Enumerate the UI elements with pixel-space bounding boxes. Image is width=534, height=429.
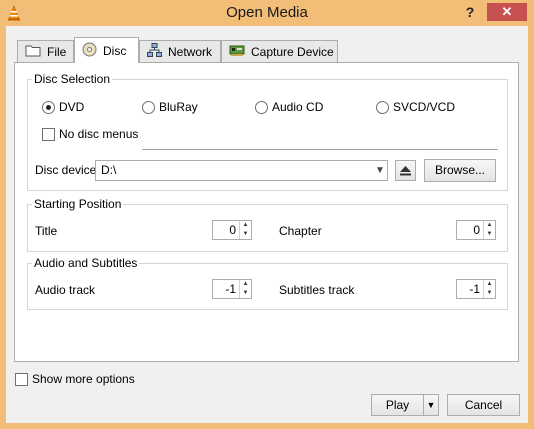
starting-position-title: Starting Position <box>32 197 124 211</box>
show-more-options-label: Show more options <box>32 372 135 386</box>
audio-track-spinbox[interactable]: -1 ▲ ▼ <box>212 279 252 299</box>
eject-icon <box>399 166 412 180</box>
radio-dvd-label: DVD <box>59 100 85 114</box>
radio-svcd-vcd[interactable] <box>376 101 389 114</box>
window-title: Open Media <box>226 4 308 21</box>
audio-track-label: Audio track <box>35 283 96 297</box>
no-disc-menus-checkbox[interactable] <box>42 128 55 141</box>
spin-down-icon[interactable]: ▼ <box>240 289 251 298</box>
tab-disc[interactable]: Disc <box>74 37 139 63</box>
tab-network-label: Network <box>168 44 213 59</box>
radio-audio-cd[interactable] <box>255 101 268 114</box>
folder-icon <box>25 44 41 60</box>
title-label: Title <box>35 224 58 238</box>
subtitles-track-spinbox[interactable]: -1 ▲ ▼ <box>456 279 496 299</box>
tab-file[interactable]: File <box>17 40 74 62</box>
tab-file-label: File <box>47 44 67 59</box>
chapter-spinbox[interactable]: 0 ▲ ▼ <box>456 220 496 240</box>
title-spinbox[interactable]: 0 ▲ ▼ <box>212 220 252 240</box>
radio-bluray-label: BluRay <box>159 100 198 114</box>
disc-device-value: D:\ <box>101 163 117 177</box>
disc-selection-title: Disc Selection <box>32 72 113 86</box>
tab-capture-device-label: Capture Device <box>251 44 334 59</box>
spin-up-icon[interactable]: ▲ <box>240 221 251 230</box>
play-button-label: Play <box>385 398 410 412</box>
network-icon <box>147 43 162 60</box>
disc-device-combobox[interactable]: D:\ <box>95 160 388 181</box>
disc-icon <box>82 42 97 60</box>
chevron-down-icon[interactable]: ▼ <box>373 161 387 180</box>
tab-capture-device[interactable]: Capture Device <box>221 40 338 62</box>
title-value: 0 <box>229 223 236 237</box>
play-button[interactable]: Play ▼ <box>371 394 439 416</box>
starting-position-group <box>27 204 508 252</box>
audio-track-value: -1 <box>225 282 236 296</box>
window-frame-right <box>528 26 534 429</box>
disc-device-label: Disc device <box>35 163 97 177</box>
tab-disc-label: Disc <box>103 43 127 58</box>
spin-down-icon[interactable]: ▼ <box>240 230 251 239</box>
chapter-label: Chapter <box>279 224 322 238</box>
tab-network[interactable]: Network <box>139 40 221 62</box>
radio-dvd[interactable] <box>42 101 55 114</box>
help-button[interactable]: ? <box>462 3 478 21</box>
disc-options-separator <box>142 149 498 150</box>
vlc-cone-icon <box>6 5 22 21</box>
capture-card-icon <box>229 44 245 60</box>
spin-up-icon[interactable]: ▲ <box>484 221 495 230</box>
spin-down-icon[interactable]: ▼ <box>484 230 495 239</box>
chevron-down-icon[interactable]: ▼ <box>423 395 438 415</box>
chapter-value: 0 <box>473 223 480 237</box>
subtitles-track-value: -1 <box>469 282 480 296</box>
window-frame-bottom <box>0 423 534 429</box>
spin-up-icon[interactable]: ▲ <box>484 280 495 289</box>
subtitles-track-label: Subtitles track <box>279 283 355 297</box>
show-more-options-checkbox[interactable] <box>15 373 28 386</box>
eject-button[interactable] <box>395 160 416 181</box>
no-disc-menus-label: No disc menus <box>59 127 139 141</box>
browse-button[interactable]: Browse... <box>424 159 496 182</box>
radio-bluray[interactable] <box>142 101 155 114</box>
radio-audio-cd-label: Audio CD <box>272 100 324 114</box>
close-button[interactable]: ✕ <box>487 3 527 21</box>
spin-down-icon[interactable]: ▼ <box>484 289 495 298</box>
radio-svcd-vcd-label: SVCD/VCD <box>393 100 456 114</box>
audio-subtitles-title: Audio and Subtitles <box>32 256 140 270</box>
spin-up-icon[interactable]: ▲ <box>240 280 251 289</box>
audio-subtitles-group <box>27 263 508 310</box>
cancel-button[interactable]: Cancel <box>447 394 520 416</box>
